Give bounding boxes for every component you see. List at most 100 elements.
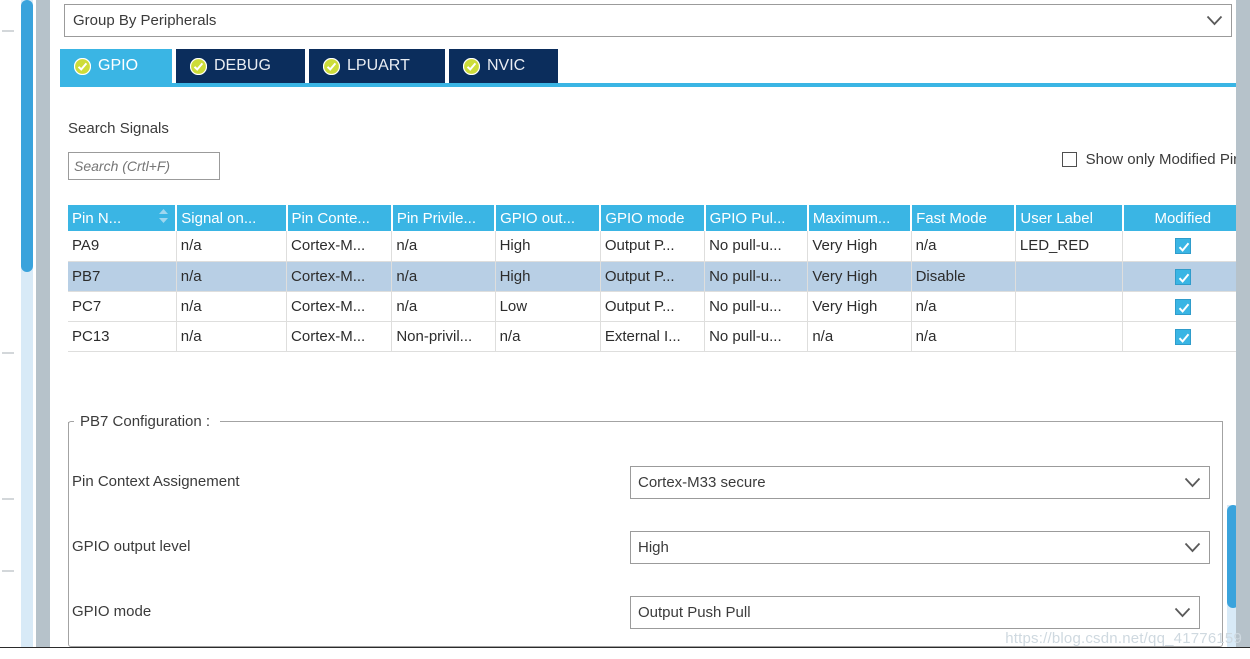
tab-label: LPUART [347,57,410,74]
gutter-tick [2,30,14,32]
gpio-tab-content: Search Signals Show only Modified Pins [60,87,1250,659]
column-header-gpio-mode[interactable]: GPIO mode [600,205,706,231]
table-row[interactable]: PC7 n/a Cortex-M... n/a Low Output P... … [68,291,1242,322]
cell-modified[interactable] [1122,261,1242,292]
cell-modified[interactable] [1122,321,1242,352]
column-header-label: Pin Conte... [291,209,370,227]
group-by-value: Group By Peripherals [73,12,217,29]
chevron-down-icon[interactable] [1165,597,1199,628]
column-header-user-label[interactable]: User Label [1015,205,1124,231]
dropdown-value: Output Push Pull [638,604,751,621]
chevron-down-icon[interactable] [1197,5,1231,36]
config-label: Pin Context Assignement [72,473,240,490]
cell-pin-context: Cortex-M... [286,231,393,262]
cell-pin-context: Cortex-M... [286,321,393,352]
tab-label: DEBUG [214,57,271,74]
bottom-band [0,647,1250,659]
show-only-modified-pins-label: Show only Modified Pins [1085,151,1249,168]
chevron-down-icon[interactable] [1175,467,1209,498]
column-header-signal-on[interactable]: Signal on... [176,205,288,231]
config-label: GPIO mode [72,603,152,620]
column-header-gpio-pull[interactable]: GPIO Pul... [704,205,809,231]
column-header-fast-mode[interactable]: Fast Mode [911,205,1017,231]
cell-maximum-speed: Very High [807,231,912,262]
column-header-label: Signal on... [181,209,257,227]
cell-pin-name: PC7 [68,291,177,322]
right-splitter-bar[interactable] [1236,0,1250,647]
table-row[interactable]: PA9 n/a Cortex-M... n/a High Output P...… [68,231,1242,262]
main-panel: Group By Peripherals GPIO DEBUG LPUART N… [50,0,1250,659]
column-header-maximum-speed[interactable]: Maximum... [807,205,913,231]
check-circle-icon [322,57,341,75]
cell-pin-name: PA9 [68,231,177,262]
cell-signal-on: n/a [176,291,288,322]
left-vertical-scrollbar-thumb[interactable] [21,0,33,272]
left-outer-gutter [0,0,21,659]
checkbox-box[interactable] [1061,152,1077,167]
cell-gpio-output: High [495,261,601,292]
left-splitter-bar[interactable] [36,0,50,659]
column-header-pin-privilege[interactable]: Pin Privile... [391,205,497,231]
cell-signal-on: n/a [176,231,288,262]
table-row[interactable]: PC13 n/a Cortex-M... Non-privil... n/a E… [68,321,1242,352]
pinout-configuration-screen: Group By Peripherals GPIO DEBUG LPUART N… [0,0,1250,659]
cell-gpio-mode: External I... [600,321,706,352]
column-header-label: Maximum... [812,209,891,227]
check-circle-icon [189,57,208,75]
show-only-modified-pins-checkbox[interactable]: Show only Modified Pins [1061,151,1249,168]
search-signals-label: Search Signals [68,120,169,137]
table-header-row: Pin N... Signal on... Pin Conte... Pin P… [68,205,1242,231]
config-row-pin-context-assignment: Pin Context Assignement Cortex-M33 secur… [60,466,1215,500]
cell-gpio-pull: No pull-u... [704,321,809,352]
pin-context-assignment-dropdown[interactable]: Cortex-M33 secure [630,466,1210,499]
cell-pin-privilege: n/a [391,261,496,292]
cell-user-label [1015,261,1124,292]
cell-pin-privilege: n/a [391,231,496,262]
column-header-modified[interactable]: Modified [1122,205,1242,231]
cell-gpio-pull: No pull-u... [704,291,809,322]
column-header-pin-name[interactable]: Pin N... [68,205,178,231]
column-header-label: GPIO mode [605,209,685,227]
column-header-pin-context[interactable]: Pin Conte... [286,205,393,231]
table-row[interactable]: PB7 n/a Cortex-M... n/a High Output P...… [68,261,1242,292]
gpio-mode-dropdown[interactable]: Output Push Pull [630,596,1200,629]
cell-signal-on: n/a [176,261,288,292]
checkbox-checked-icon[interactable] [1174,298,1191,315]
cell-maximum-speed: Very High [807,291,912,322]
gpio-output-level-dropdown[interactable]: High [630,531,1210,564]
column-header-label: User Label [1020,209,1093,227]
column-header-gpio-output[interactable]: GPIO out... [495,205,602,231]
cell-fast-mode: n/a [911,231,1016,262]
checkbox-checked-icon[interactable] [1174,328,1191,345]
config-row-gpio-output-level: GPIO output level High [60,531,1215,565]
gutter-tick [2,352,14,354]
cell-gpio-mode: Output P... [600,261,706,292]
search-input[interactable] [68,152,220,180]
sort-arrows-icon[interactable] [158,208,169,228]
cell-fast-mode: Disable [911,261,1016,292]
tab-gpio[interactable]: GPIO [60,49,174,83]
cell-user-label [1015,291,1124,322]
chevron-down-icon[interactable] [1175,532,1209,563]
cell-modified[interactable] [1122,231,1242,262]
tab-nvic[interactable]: NVIC [449,49,560,83]
column-header-label: Pin Privile... [396,209,477,227]
cell-fast-mode: n/a [911,291,1016,322]
group-by-dropdown[interactable]: Group By Peripherals [64,4,1232,37]
cell-maximum-speed: n/a [807,321,912,352]
pins-table: Pin N... Signal on... Pin Conte... Pin P… [68,205,1242,352]
dropdown-value: Cortex-M33 secure [638,474,766,491]
cell-gpio-output: High [495,231,601,262]
cell-pin-privilege: Non-privil... [391,321,496,352]
pin-configuration-title: PB7 Configuration : [74,413,217,430]
tab-debug[interactable]: DEBUG [176,49,307,83]
cell-gpio-mode: Output P... [600,231,706,262]
table-bottom-edge [68,351,1242,352]
cell-pin-name: PB7 [68,261,177,292]
column-header-label: Pin N... [72,209,122,227]
checkbox-checked-icon[interactable] [1174,268,1191,285]
tab-lpuart[interactable]: LPUART [309,49,447,83]
cell-modified[interactable] [1122,291,1242,322]
column-header-label: GPIO Pul... [709,209,786,227]
checkbox-checked-icon[interactable] [1174,238,1191,255]
